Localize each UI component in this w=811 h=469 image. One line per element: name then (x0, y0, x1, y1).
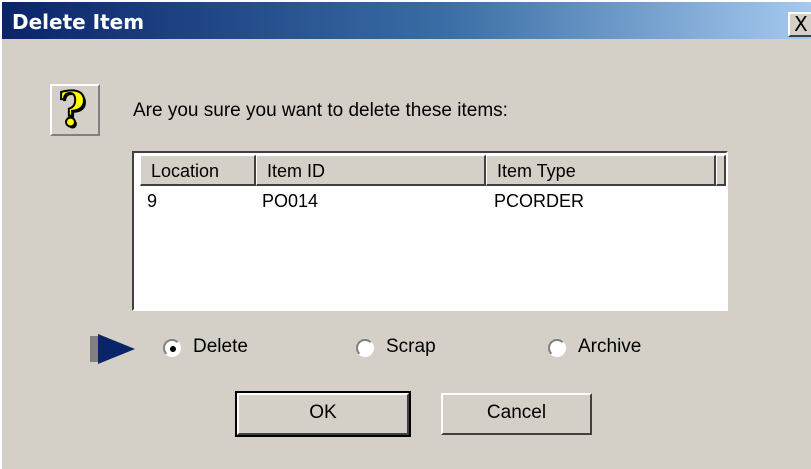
window-title: Delete Item (12, 10, 145, 34)
radio-scrap-label[interactable]: Scrap (386, 336, 436, 358)
close-button[interactable]: X (788, 12, 811, 37)
column-header-item-type[interactable]: Item Type (486, 155, 716, 186)
radio-archive-circle[interactable] (548, 339, 566, 357)
confirmation-prompt: Are you sure you want to delete these it… (133, 100, 508, 121)
radio-selected-dot (170, 346, 176, 352)
radio-delete-label[interactable]: Delete (193, 336, 248, 358)
radio-scrap-circle[interactable] (356, 339, 374, 357)
column-header-item-id[interactable]: Item ID (256, 155, 486, 186)
cell-item-id: PO014 (262, 191, 319, 211)
cell-location: 9 (147, 191, 158, 211)
question-mark-icon: ? (50, 81, 100, 139)
list-header: Location Item ID Item Type (140, 155, 726, 186)
ok-button[interactable]: OK (235, 391, 411, 437)
radio-archive-label[interactable]: Archive (578, 336, 641, 358)
delete-item-dialog: Delete Item X ? Are you sure you want to… (0, 0, 811, 469)
arrow-right-icon (90, 334, 135, 364)
radio-delete-circle[interactable] (163, 339, 181, 357)
close-icon: X (794, 12, 808, 36)
column-header-location[interactable]: Location (140, 155, 256, 186)
items-list-view[interactable]: Location Item ID Item Type 9 PO014 PCORD… (132, 151, 728, 311)
cell-item-type: PCORDER (494, 191, 585, 211)
action-options: Delete Scrap Archive (2, 332, 811, 366)
column-header-filler (716, 155, 726, 186)
cancel-button[interactable]: Cancel (441, 393, 592, 435)
title-bar[interactable]: Delete Item X (2, 2, 811, 39)
